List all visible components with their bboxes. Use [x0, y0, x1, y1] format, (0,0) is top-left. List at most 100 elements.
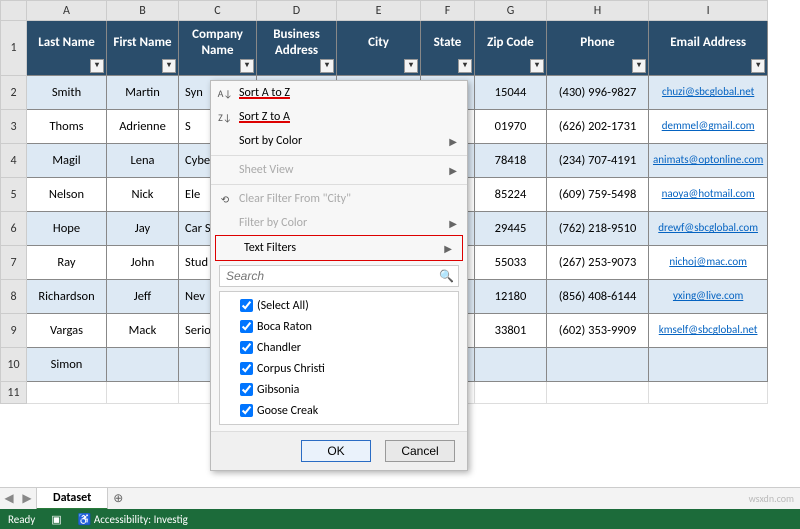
cell-email[interactable]: animats@optonline.com — [649, 144, 768, 178]
cell-zip[interactable]: 85224 — [475, 178, 547, 212]
cell-first[interactable]: Jay — [107, 212, 179, 246]
cell-zip[interactable] — [475, 382, 547, 404]
filter-checkbox[interactable] — [240, 383, 253, 396]
text-filters[interactable]: Text Filters▶ — [215, 235, 463, 261]
filter-button-state[interactable]: ▾ — [458, 59, 472, 73]
sort-z-to-a[interactable]: Z↓ Sort Z to A — [211, 105, 467, 129]
cell-phone[interactable]: (762) 218-9510 — [547, 212, 649, 246]
filter-checklist[interactable]: (Select All) Boca Raton Chandler Corpus … — [219, 291, 459, 425]
cell-zip[interactable]: 15044 — [475, 76, 547, 110]
cell-zip[interactable]: 33801 — [475, 314, 547, 348]
filter-item[interactable]: Goose Creak — [224, 400, 454, 421]
row-2[interactable]: 2 — [1, 76, 27, 110]
filter-button-business-address[interactable]: ▾ — [320, 59, 334, 73]
row-10[interactable]: 10 — [1, 348, 27, 382]
cell-zip[interactable]: 78418 — [475, 144, 547, 178]
filter-checkbox[interactable] — [240, 404, 253, 417]
col-C[interactable]: C — [179, 1, 257, 21]
select-all-corner[interactable] — [1, 1, 27, 21]
cell-last[interactable]: Simon — [27, 348, 107, 382]
cell-first[interactable] — [107, 382, 179, 404]
cell-last[interactable]: Richardson — [27, 280, 107, 314]
tab-nav-next[interactable]: ▶ — [18, 491, 36, 506]
filter-item[interactable]: (Select All) — [224, 295, 454, 316]
cell-email[interactable]: demmel@gmail.com — [649, 110, 768, 144]
row-11[interactable]: 11 — [1, 382, 27, 404]
cell-email[interactable] — [649, 382, 768, 404]
cell-phone[interactable]: (267) 253-9073 — [547, 246, 649, 280]
row-9[interactable]: 9 — [1, 314, 27, 348]
cell-phone[interactable] — [547, 348, 649, 382]
filter-item[interactable]: Corpus Christi — [224, 358, 454, 379]
cell-phone[interactable]: (602) 353-9909 — [547, 314, 649, 348]
cell-zip[interactable]: 01970 — [475, 110, 547, 144]
cell-phone[interactable]: (430) 996-9827 — [547, 76, 649, 110]
cell-first[interactable]: John — [107, 246, 179, 280]
cell-first[interactable] — [107, 348, 179, 382]
tab-nav-prev[interactable]: ◀ — [0, 491, 18, 506]
cell-last[interactable]: Hope — [27, 212, 107, 246]
cell-email[interactable]: chuzi@sbcglobal.net — [649, 76, 768, 110]
filter-button-first-name[interactable]: ▾ — [162, 59, 176, 73]
tab-dataset[interactable]: Dataset — [36, 487, 108, 510]
accessibility-status[interactable]: ♿ Accessibility: Investig — [78, 513, 188, 526]
filter-checkbox[interactable] — [240, 362, 253, 375]
cell-last[interactable]: Nelson — [27, 178, 107, 212]
col-H[interactable]: H — [547, 1, 649, 21]
filter-button-phone[interactable]: ▾ — [632, 59, 646, 73]
new-sheet-button[interactable]: ⊕ — [108, 491, 128, 506]
filter-item[interactable]: Boca Raton — [224, 316, 454, 337]
row-6[interactable]: 6 — [1, 212, 27, 246]
col-D[interactable]: D — [257, 1, 337, 21]
filter-search-input[interactable] — [224, 268, 439, 284]
filter-item[interactable]: Hastings — [224, 421, 454, 425]
cell-email[interactable]: kmself@sbcglobal.net — [649, 314, 768, 348]
cell-email[interactable]: yxing@live.com — [649, 280, 768, 314]
filter-button-city[interactable]: ▾ — [404, 59, 418, 73]
row-3[interactable]: 3 — [1, 110, 27, 144]
col-B[interactable]: B — [107, 1, 179, 21]
cell-last[interactable]: Smith — [27, 76, 107, 110]
col-F[interactable]: F — [421, 1, 475, 21]
cell-email[interactable]: nichoj@mac.com — [649, 246, 768, 280]
cell-email[interactable]: naoya@hotmail.com — [649, 178, 768, 212]
filter-button-last-name[interactable]: ▾ — [90, 59, 104, 73]
cell-last[interactable] — [27, 382, 107, 404]
col-I[interactable]: I — [649, 1, 768, 21]
cell-last[interactable]: Magil — [27, 144, 107, 178]
cell-phone[interactable]: (609) 759-5498 — [547, 178, 649, 212]
cell-phone[interactable] — [547, 382, 649, 404]
filter-checkbox[interactable] — [240, 299, 253, 312]
row-1[interactable]: 1 — [1, 21, 27, 76]
cell-first[interactable]: Lena — [107, 144, 179, 178]
filter-checkbox[interactable] — [240, 320, 253, 333]
cell-first[interactable]: Martin — [107, 76, 179, 110]
filter-checkbox[interactable] — [240, 341, 253, 354]
filter-item[interactable]: Gibsonia — [224, 379, 454, 400]
filter-button-email-address[interactable]: ▾ — [751, 59, 765, 73]
cell-zip[interactable]: 12180 — [475, 280, 547, 314]
cell-zip[interactable]: 55033 — [475, 246, 547, 280]
filter-button-zip-code[interactable]: ▾ — [530, 59, 544, 73]
ok-button[interactable]: OK — [301, 440, 371, 462]
cell-zip[interactable] — [475, 348, 547, 382]
cancel-button[interactable]: Cancel — [385, 440, 455, 462]
sort-by-color[interactable]: Sort by Color▶ — [211, 129, 467, 153]
cell-phone[interactable]: (626) 202-1731 — [547, 110, 649, 144]
row-7[interactable]: 7 — [1, 246, 27, 280]
cell-first[interactable]: Nick — [107, 178, 179, 212]
cell-email[interactable] — [649, 348, 768, 382]
cell-last[interactable]: Vargas — [27, 314, 107, 348]
cell-last[interactable]: Thoms — [27, 110, 107, 144]
cell-last[interactable]: Ray — [27, 246, 107, 280]
row-8[interactable]: 8 — [1, 280, 27, 314]
cell-first[interactable]: Mack — [107, 314, 179, 348]
cell-email[interactable]: drewf@sbcglobal.com — [649, 212, 768, 246]
row-5[interactable]: 5 — [1, 178, 27, 212]
col-G[interactable]: G — [475, 1, 547, 21]
cell-zip[interactable]: 29445 — [475, 212, 547, 246]
filter-search[interactable]: 🔍 — [219, 265, 459, 287]
col-A[interactable]: A — [27, 1, 107, 21]
cell-first[interactable]: Jeff — [107, 280, 179, 314]
cell-phone[interactable]: (856) 408-6144 — [547, 280, 649, 314]
